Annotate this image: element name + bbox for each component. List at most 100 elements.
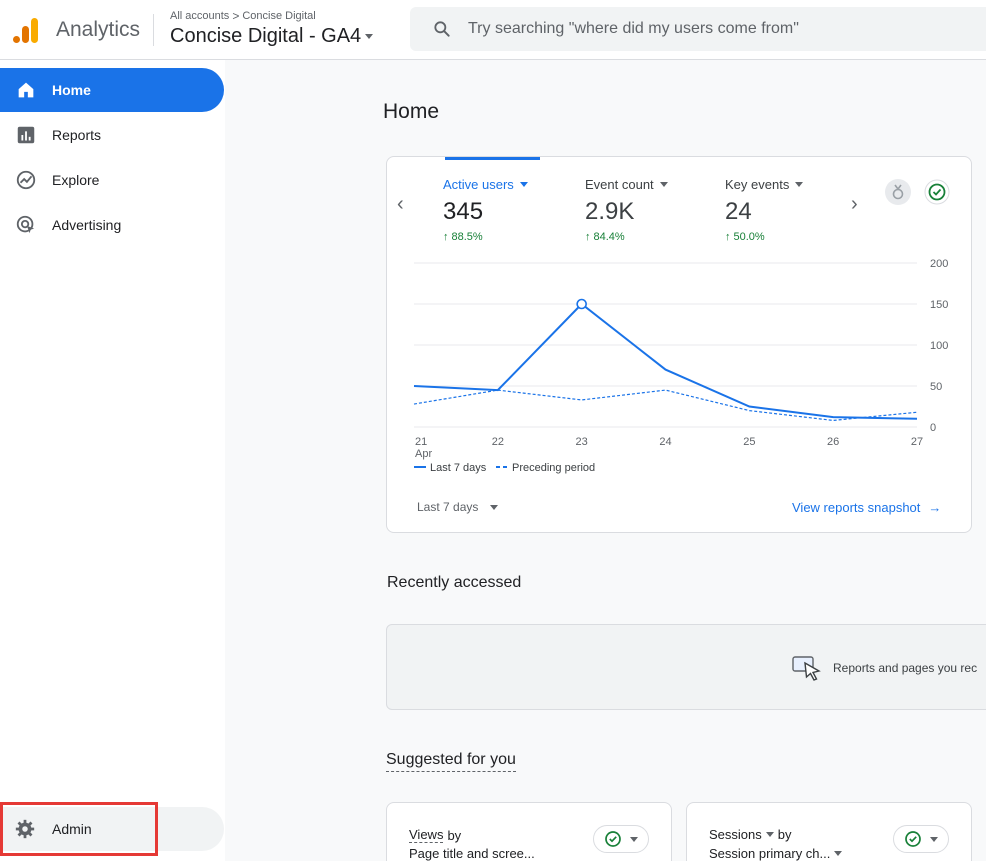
suggested-card-views[interactable]: Views by Page title and scree...	[386, 802, 672, 861]
sidebar-item-label: Reports	[52, 127, 102, 143]
metric-tab-active-users[interactable]: Active users 345 ↑ 88.5%	[443, 177, 528, 243]
header-divider	[153, 14, 154, 46]
sidebar-item-label: Admin	[52, 821, 92, 837]
bar-chart-icon	[17, 126, 35, 144]
metric-value: 345	[443, 198, 484, 225]
sidebar-item-admin[interactable]: Admin	[0, 807, 224, 851]
sidebar-item-reports[interactable]: Reports	[0, 113, 224, 157]
top-bar: Analytics All accounts > Concise Digital…	[0, 0, 986, 60]
snapshot-link-label: View reports snapshot	[792, 500, 921, 515]
metric-value: 2.9K	[585, 198, 635, 225]
explore-icon	[16, 170, 36, 190]
chevron-right-icon: >	[232, 9, 240, 23]
caret-down-icon	[490, 504, 499, 510]
x-tick-label: 26	[827, 436, 839, 448]
metric-label: Event count	[585, 177, 654, 192]
view-reports-snapshot-link[interactable]: View reports snapshot →	[792, 500, 941, 515]
cursor-click-icon	[792, 656, 821, 681]
brand-name: Analytics	[56, 18, 141, 41]
caret-down-icon	[930, 836, 938, 842]
search-input[interactable]: Try searching "where did my users come f…	[468, 20, 799, 38]
date-range-selector[interactable]: Last 7 days	[417, 500, 499, 514]
chevron-left-icon[interactable]: ‹	[397, 193, 404, 216]
card-by: by	[447, 827, 462, 843]
sidebar-item-label: Explore	[52, 172, 100, 188]
property-selector[interactable]: Concise Digital - GA4	[170, 25, 374, 48]
suggested-for-you-title: Suggested for you	[386, 751, 516, 772]
insights-icon[interactable]	[885, 179, 911, 205]
card-metric[interactable]: Views	[409, 827, 444, 843]
property-name: Concise Digital - GA4	[170, 25, 362, 47]
search-icon	[434, 21, 450, 37]
data-point-marker	[576, 298, 587, 310]
date-range-label: Last 7 days	[417, 500, 479, 514]
search-bar[interactable]: Try searching "where did my users come f…	[410, 7, 986, 51]
card-dimension[interactable]: Session primary ch...	[709, 846, 830, 861]
recently-accessed-empty-text: Reports and pages you rec	[833, 661, 978, 675]
metric-delta: 50.0%	[733, 231, 765, 243]
breadcrumb-all-accounts[interactable]: All accounts	[170, 10, 229, 22]
sidebar-item-home[interactable]: Home	[0, 68, 224, 112]
check-circle-icon[interactable]	[924, 179, 950, 205]
sidebar-item-label: Home	[52, 82, 91, 98]
recently-accessed-title: Recently accessed	[387, 574, 522, 591]
x-tick-label: 21	[415, 436, 427, 448]
metric-tab-event-count[interactable]: Event count 2.9K ↑ 84.4%	[585, 177, 668, 243]
card-dimension[interactable]: Page title and scree...	[409, 846, 535, 861]
chevron-right-icon[interactable]: ›	[851, 193, 858, 216]
arrow-up-icon: ↑	[585, 231, 591, 243]
card-metric[interactable]: Sessions	[709, 827, 762, 842]
series-line-preceding-period	[413, 389, 918, 422]
sidebar-item-advertising[interactable]: Advertising	[0, 203, 224, 247]
caret-down-icon	[630, 836, 638, 842]
sidebar: Home Reports Explore Advertising Admin	[0, 60, 225, 861]
caret-down-icon	[519, 182, 528, 187]
caret-down-icon	[659, 182, 668, 187]
y-tick-label: 0	[930, 422, 936, 434]
metric-delta: 88.5%	[451, 231, 483, 243]
x-tick-label: 25	[743, 436, 755, 448]
y-tick-label: 150	[930, 299, 948, 311]
check-circle-icon	[905, 831, 921, 847]
breadcrumb-account[interactable]: Concise Digital	[242, 10, 315, 22]
sidebar-item-label: Advertising	[52, 217, 122, 233]
page-title: Home	[383, 100, 440, 123]
series-line-last-7-days	[413, 302, 918, 420]
recently-accessed-panel: Reports and pages you rec	[386, 624, 986, 710]
analytics-logo-icon[interactable]	[12, 16, 40, 44]
advertising-icon	[16, 215, 35, 234]
metric-tab-key-events[interactable]: Key events 24 ↑ 50.0%	[725, 177, 804, 243]
x-tick-sublabel: Apr	[415, 448, 432, 460]
x-tick-label: 23	[576, 436, 588, 448]
y-tick-label: 200	[930, 258, 948, 270]
suggested-card-sessions[interactable]: Sessions by Session primary ch...	[686, 802, 972, 861]
home-icon	[18, 82, 34, 98]
arrow-up-icon: ↑	[725, 231, 731, 243]
y-tick-label: 100	[930, 340, 948, 352]
sidebar-item-explore[interactable]: Explore	[0, 158, 224, 202]
caret-down-icon[interactable]	[834, 851, 843, 856]
y-tick-label: 50	[930, 381, 942, 393]
breadcrumb[interactable]: All accounts > Concise Digital	[170, 9, 316, 23]
x-tick-label: 27	[911, 436, 923, 448]
x-tick-label: 24	[659, 436, 671, 448]
caret-down-icon	[795, 182, 804, 187]
card-options-chip[interactable]	[893, 825, 949, 853]
gear-icon	[15, 819, 35, 839]
metric-value: 24	[725, 198, 752, 225]
caret-down-icon[interactable]	[765, 832, 774, 837]
card-by: by	[777, 827, 792, 842]
arrow-up-icon: ↑	[443, 231, 449, 243]
metric-delta: 84.4%	[593, 231, 625, 243]
metric-label: Key events	[725, 177, 790, 192]
overview-card: ‹ › Active users 345 ↑ 88.5% Event count …	[386, 156, 972, 533]
check-circle-icon	[605, 831, 621, 847]
legend-entry: Last 7 days	[430, 462, 487, 474]
x-tick-label: 22	[492, 436, 504, 448]
active-users-line-chart: 0 50 100 150 200 21 22 23 24 25 26 27 Apr Last 7 days…	[413, 258, 948, 474]
caret-down-icon	[365, 34, 374, 39]
active-tab-indicator	[445, 157, 540, 160]
card-options-chip[interactable]	[593, 825, 649, 853]
metric-label: Active users	[443, 177, 514, 192]
arrow-right-icon: →	[928, 500, 942, 515]
